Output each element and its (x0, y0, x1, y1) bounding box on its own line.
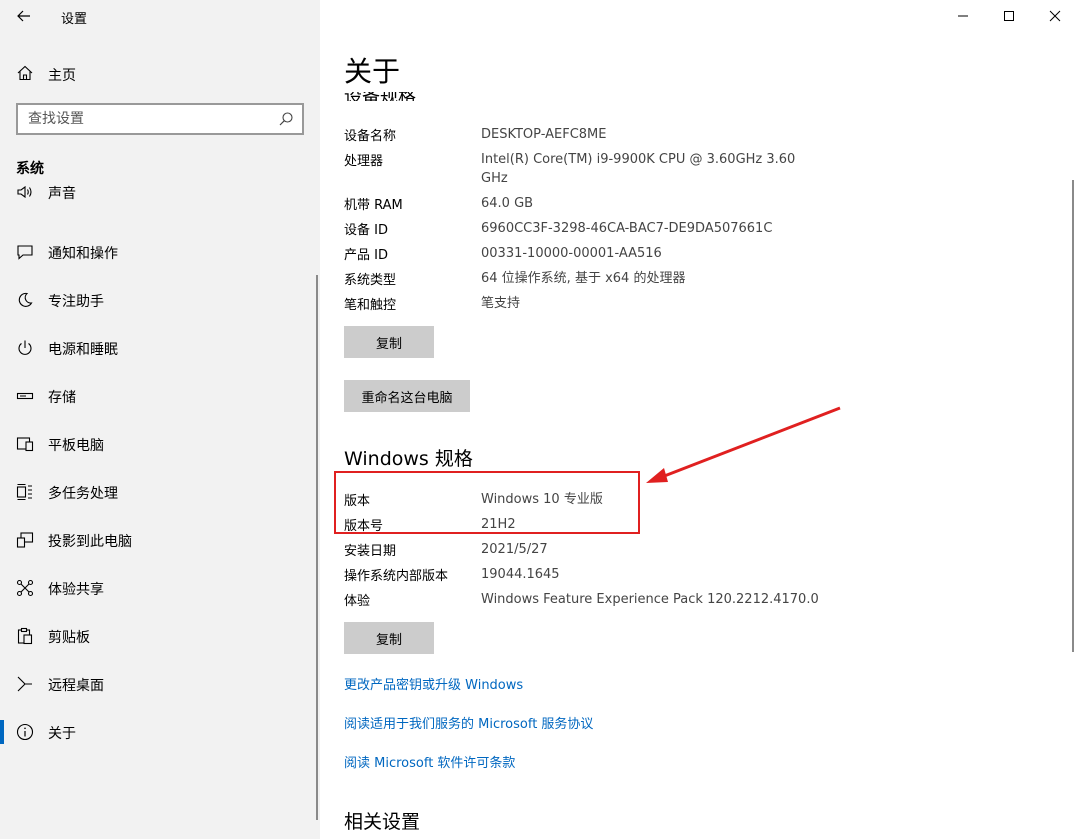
change-product-key-link[interactable]: 更改产品密钥或升级 Windows (344, 674, 523, 693)
multitask-icon (16, 483, 34, 501)
notification-icon (16, 243, 34, 261)
info-icon (16, 723, 34, 741)
sidebar-item-shared-experience[interactable]: 体验共享 (0, 564, 320, 612)
windows-specs-heading: Windows 规格 (344, 448, 473, 470)
moon-icon (16, 291, 34, 309)
sidebar-scrollbar[interactable] (316, 275, 318, 820)
search-icon[interactable] (278, 111, 294, 127)
home-icon (16, 64, 34, 82)
home-nav-item[interactable]: 主页 (0, 56, 320, 90)
sidebar-item-tablet[interactable]: 平板电脑 (0, 420, 320, 468)
sidebar-item-label: 多任务处理 (48, 486, 118, 502)
sidebar-item-label: 剪贴板 (48, 630, 90, 646)
spec-value: 64 位操作系统, 基于 x64 的处理器 (481, 271, 686, 286)
services-agreement-link[interactable]: 阅读适用于我们服务的 Microsoft 服务协议 (344, 713, 593, 732)
sidebar-item-label: 存储 (48, 390, 76, 406)
project-icon (16, 531, 34, 549)
annotation-highlight-box (334, 471, 640, 534)
sidebar-item-multitasking[interactable]: 多任务处理 (0, 468, 320, 516)
page-title: 关于 (344, 52, 421, 92)
spec-value: 笔支持 (481, 296, 521, 311)
spec-key: 产品 ID (344, 248, 388, 263)
spec-key: 处理器 (344, 154, 384, 169)
spec-key: 设备 ID (344, 223, 388, 238)
sidebar-item-label: 电源和睡眠 (48, 342, 118, 358)
sidebar-item-label: 投影到此电脑 (48, 534, 132, 550)
spec-value: Windows Feature Experience Pack 120.2212… (481, 592, 819, 607)
remote-icon (16, 675, 34, 693)
main-scrollbar[interactable] (1072, 180, 1074, 652)
titlebar-left: 设置 (0, 0, 320, 32)
share-icon (16, 579, 34, 597)
spec-value: DESKTOP-AEFC8ME (481, 127, 607, 142)
app-title: 设置 (61, 12, 88, 27)
home-label: 主页 (48, 68, 76, 84)
sidebar-item-project[interactable]: 投影到此电脑 (0, 516, 320, 564)
speaker-icon (16, 183, 34, 201)
annotation-arrow-icon (646, 406, 841, 483)
sidebar: 设置 主页 系统 声音 通知和操作 (0, 0, 320, 839)
power-icon (16, 339, 34, 357)
sidebar-item-label: 体验共享 (48, 582, 104, 598)
sidebar-item-power[interactable]: 电源和睡眠 (0, 324, 320, 372)
sidebar-item-label: 平板电脑 (48, 438, 104, 454)
spec-key: 安装日期 (344, 544, 397, 559)
spec-key: 笔和触控 (344, 298, 397, 313)
tablet-icon (16, 435, 34, 453)
sidebar-item-label: 声音 (48, 186, 76, 202)
back-button[interactable] (8, 4, 40, 28)
sidebar-item-focus-assist[interactable]: 专注助手 (0, 276, 320, 324)
section-label-system: 系统 (16, 161, 44, 177)
spec-key: 机带 RAM (344, 198, 403, 213)
sidebar-item-clipboard[interactable]: 剪贴板 (0, 612, 320, 660)
sidebar-item-storage[interactable]: 存储 (0, 372, 320, 420)
search-box[interactable] (16, 103, 304, 135)
sidebar-item-label: 远程桌面 (48, 678, 104, 694)
spec-value: 00331-10000-00001-AA516 (481, 246, 662, 261)
sidebar-item-about[interactable]: 关于 (0, 708, 320, 756)
copy-device-specs-button[interactable]: 复制 (344, 326, 434, 358)
sidebar-item-label: 通知和操作 (48, 246, 118, 262)
spec-value: 19044.1645 (481, 567, 560, 582)
search-input[interactable] (18, 105, 268, 133)
back-arrow-icon (17, 10, 30, 22)
sidebar-item-remote-desktop[interactable]: 远程桌面 (0, 660, 320, 708)
spec-value: Intel(R) Core(TM) i9-9900K CPU @ 3.60GHz… (481, 152, 796, 186)
spec-key: 操作系统内部版本 (344, 569, 449, 584)
related-settings-heading: 相关设置 (344, 811, 421, 833)
storage-icon (16, 387, 34, 405)
spec-key: 设备名称 (344, 129, 397, 144)
sidebar-item-notifications[interactable]: 通知和操作 (0, 228, 320, 276)
copy-windows-specs-button[interactable]: 复制 (344, 622, 434, 654)
active-indicator (0, 720, 4, 744)
spec-value: 2021/5/27 (481, 542, 548, 557)
spec-value: 64.0 GB (481, 196, 534, 211)
sidebar-item-sound[interactable]: 声音 (0, 180, 320, 214)
spec-key: 体验 (344, 594, 371, 609)
sidebar-item-label: 关于 (48, 726, 76, 742)
rename-pc-button[interactable]: 重命名这台电脑 (344, 380, 470, 412)
clipboard-icon (16, 627, 34, 645)
license-terms-link[interactable]: 阅读 Microsoft 软件许可条款 (344, 752, 515, 771)
sidebar-item-label: 专注助手 (48, 294, 104, 310)
spec-value: 6960CC3F-3298-46CA-BAC7-DE9DA507661C (481, 221, 773, 236)
spec-key: 系统类型 (344, 273, 397, 288)
